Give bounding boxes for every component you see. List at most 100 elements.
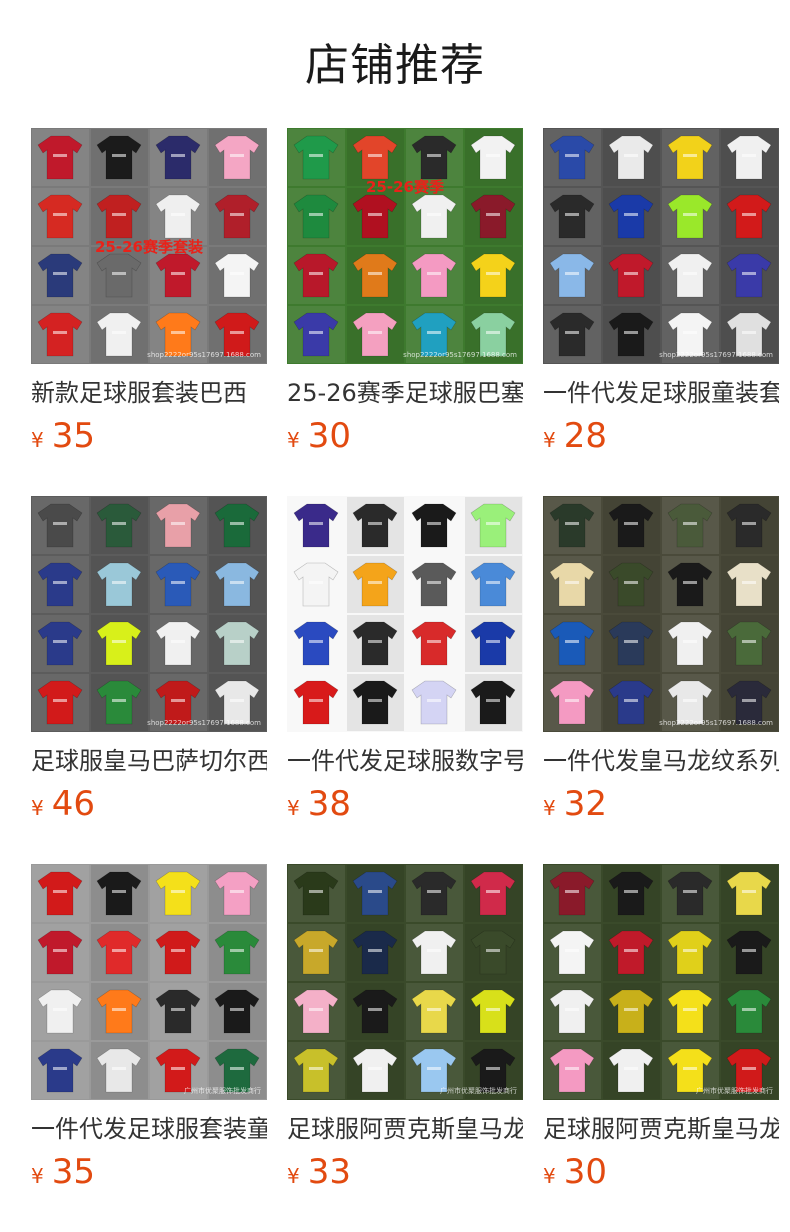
jersey-collage-image: 25-26赛季 shop2222or95s17697.1688.com: [287, 128, 523, 364]
currency-symbol: ¥: [543, 1164, 556, 1188]
jersey-thumbnail: [32, 615, 89, 672]
product-image[interactable]: 广州市优聚服饰批发商行: [287, 864, 523, 1100]
jersey-thumbnail: [150, 188, 207, 245]
jersey-thumbnail: [91, 674, 148, 731]
product-card[interactable]: 25-26赛季套装 shop2222or95s17697.1688.com 新款足球…: [31, 128, 267, 496]
image-watermark: shop2222or95s17697.1688.com: [659, 351, 773, 359]
jersey-thumbnail: [347, 1042, 404, 1099]
product-card[interactable]: 广州市优聚服饰批发商行 足球服阿贾克斯皇马龙 ¥30: [543, 864, 779, 1232]
image-watermark: 广州市优聚服饰批发商行: [696, 1086, 773, 1095]
page-title: 店铺推荐: [305, 40, 485, 91]
jersey-thumbnail: [406, 865, 463, 922]
jersey-thumbnail: [347, 556, 404, 613]
image-watermark: shop2222or95s17697.1688.com: [147, 719, 261, 727]
image-overlay-text: 25-26赛季套装: [95, 238, 204, 256]
jersey-thumbnail: [209, 188, 266, 245]
product-title[interactable]: 一件代发足球服数字号: [287, 744, 523, 778]
image-overlay-text: 25-26赛季: [366, 178, 444, 196]
jersey-thumbnail: [662, 497, 719, 554]
jersey-thumbnail: [721, 865, 778, 922]
jersey-collage-image: shop2222or95s17697.1688.com: [31, 496, 267, 732]
product-image[interactable]: shop2222or95s17697.1688.com: [31, 496, 267, 732]
image-watermark: 广州市优聚服饰批发商行: [184, 1086, 261, 1095]
jersey-thumbnail: [406, 615, 463, 672]
jersey-thumbnail: [288, 188, 345, 245]
image-watermark: 广州市优聚服饰批发商行: [440, 1086, 517, 1095]
jersey-thumbnail: [347, 983, 404, 1040]
product-card[interactable]: shop2222or95s17697.1688.com 足球服皇马巴萨切尔西 ¥46: [31, 496, 267, 864]
price-amount: 46: [51, 784, 95, 824]
jersey-thumbnail: [406, 556, 463, 613]
jersey-thumbnail: [603, 674, 660, 731]
jersey-collage-image: 广州市优聚服饰批发商行: [31, 864, 267, 1100]
jersey-thumbnail: [662, 924, 719, 981]
product-card[interactable]: 广州市优聚服饰批发商行 足球服阿贾克斯皇马龙 ¥33: [287, 864, 523, 1232]
jersey-thumbnail: [544, 306, 601, 363]
jersey-thumbnail: [347, 615, 404, 672]
jersey-thumbnail: [150, 556, 207, 613]
jersey-thumbnail: [721, 615, 778, 672]
jersey-thumbnail: [603, 1042, 660, 1099]
jersey-thumbnail: [32, 129, 89, 186]
product-title[interactable]: 足球服阿贾克斯皇马龙: [287, 1112, 523, 1146]
price-amount: 35: [51, 1152, 95, 1192]
product-card[interactable]: 一件代发足球服数字号 ¥38: [287, 496, 523, 864]
jersey-thumbnail: [603, 306, 660, 363]
currency-symbol: ¥: [31, 1164, 44, 1188]
jersey-thumbnail: [465, 865, 522, 922]
product-image[interactable]: shop2222or95s17697.1688.com: [543, 128, 779, 364]
jersey-thumbnail: [544, 497, 601, 554]
jersey-collage-image: shop2222or95s17697.1688.com: [543, 128, 779, 364]
jersey-thumbnail: [32, 983, 89, 1040]
jersey-thumbnail: [91, 865, 148, 922]
product-image[interactable]: shop2222or95s17697.1688.com: [543, 496, 779, 732]
jersey-thumbnail: [209, 924, 266, 981]
jersey-thumbnail: [150, 497, 207, 554]
currency-symbol: ¥: [31, 428, 44, 452]
jersey-thumbnail: [347, 497, 404, 554]
jersey-thumbnail: [209, 556, 266, 613]
product-image[interactable]: 广州市优聚服饰批发商行: [543, 864, 779, 1100]
product-card[interactable]: 广州市优聚服饰批发商行一件代发足球服套装童 ¥35: [31, 864, 267, 1232]
product-image[interactable]: 25-26赛季 shop2222or95s17697.1688.com: [287, 128, 523, 364]
jersey-thumbnail: [465, 615, 522, 672]
jersey-thumbnail: [465, 674, 522, 731]
jersey-thumbnail: [406, 247, 463, 304]
jersey-thumbnail: [603, 924, 660, 981]
jersey-thumbnail: [209, 983, 266, 1040]
product-title[interactable]: 足球服阿贾克斯皇马龙: [543, 1112, 779, 1146]
price-amount: 38: [307, 784, 351, 824]
jersey-collage-image: shop2222or95s17697.1688.com: [543, 496, 779, 732]
jersey-thumbnail: [544, 247, 601, 304]
jersey-thumbnail: [544, 1042, 601, 1099]
jersey-thumbnail: [544, 556, 601, 613]
jersey-thumbnail: [603, 556, 660, 613]
product-card[interactable]: shop2222or95s17697.1688.com 一件代发足球服童装套 ¥28: [543, 128, 779, 496]
jersey-thumbnail: [91, 924, 148, 981]
jersey-collage-image: [287, 496, 523, 732]
jersey-collage-image: 25-26赛季套装 shop2222or95s17697.1688.com: [31, 128, 267, 364]
product-grid: 25-26赛季套装 shop2222or95s17697.1688.com 新款足球…: [31, 128, 779, 1232]
product-image[interactable]: [287, 496, 523, 732]
jersey-thumbnail: [721, 247, 778, 304]
jersey-thumbnail: [150, 983, 207, 1040]
product-image[interactable]: 25-26赛季套装 shop2222or95s17697.1688.com: [31, 128, 267, 364]
product-price: ¥46: [31, 782, 267, 826]
product-title[interactable]: 一件代发足球服套装童: [31, 1112, 267, 1146]
product-card[interactable]: shop2222or95s17697.1688.com 一件代发皇马龙纹系列 ¥32: [543, 496, 779, 864]
product-title[interactable]: 一件代发足球服童装套: [543, 376, 779, 410]
product-title[interactable]: 新款足球服套装巴西: [31, 376, 267, 410]
jersey-thumbnail: [150, 924, 207, 981]
product-card[interactable]: 25-26赛季 shop2222or95s17697.1688.com 25-26赛…: [287, 128, 523, 496]
product-title[interactable]: 25-26赛季足球服巴塞: [287, 376, 523, 410]
product-title[interactable]: 一件代发皇马龙纹系列: [543, 744, 779, 778]
currency-symbol: ¥: [31, 796, 44, 820]
product-image[interactable]: 广州市优聚服饰批发商行: [31, 864, 267, 1100]
price-amount: 30: [307, 416, 351, 456]
product-price: ¥28: [543, 414, 779, 458]
jersey-thumbnail: [721, 129, 778, 186]
price-amount: 32: [563, 784, 607, 824]
jersey-thumbnail: [603, 188, 660, 245]
jersey-thumbnail: [91, 306, 148, 363]
product-title[interactable]: 足球服皇马巴萨切尔西: [31, 744, 267, 778]
